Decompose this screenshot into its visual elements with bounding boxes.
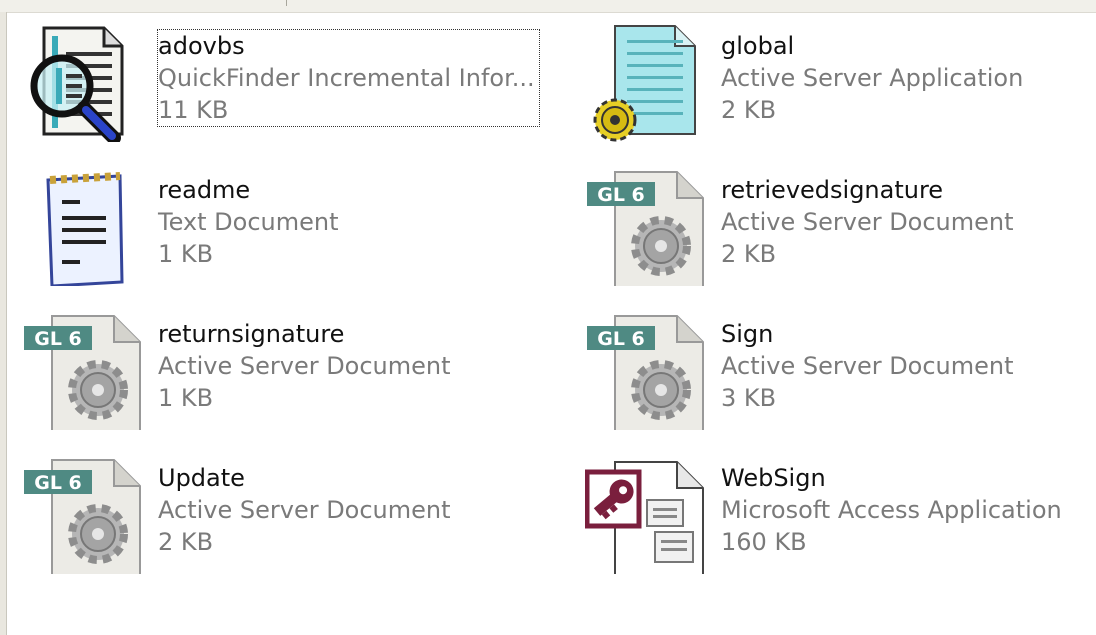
file-type: Active Server Document [721, 352, 1014, 380]
file-type: Microsoft Access Application [721, 496, 1062, 524]
asp-badge: GL 6 [34, 328, 82, 350]
file-label[interactable]: returnsignature Active Server Document 1… [158, 318, 451, 414]
file-label[interactable]: global Active Server Application 2 KB [721, 30, 1023, 126]
column-header-strip [0, 0, 1096, 13]
window-left-border [0, 12, 7, 635]
asp-icon[interactable]: GL 6 [585, 310, 705, 430]
file-size: 1 KB [158, 240, 214, 268]
file-label[interactable]: Update Active Server Document 2 KB [158, 462, 451, 558]
file-name: retrievedsignature [721, 176, 944, 204]
file-size: 2 KB [721, 96, 777, 124]
file-item-global[interactable]: global Active Server Application 2 KB [585, 22, 1096, 148]
file-item-retrievedsignature[interactable]: GL 6 retrievedsignature Active Server Do… [585, 166, 1096, 292]
file-label[interactable]: retrievedsignature Active Server Documen… [721, 174, 1014, 270]
file-type: Active Server Document [158, 496, 451, 524]
file-grid: adovbs QuickFinder Incremental Infor... … [22, 22, 1092, 622]
file-size: 11 KB [158, 96, 229, 124]
file-type: Active Server Application [721, 64, 1024, 92]
asp-icon[interactable]: GL 6 [22, 454, 142, 574]
file-label[interactable]: readme Text Document 1 KB [158, 174, 339, 270]
file-item-sign[interactable]: GL 6 Sign Active Server Document 3 KB [585, 310, 1096, 436]
file-size: 3 KB [721, 384, 777, 412]
file-item-readme[interactable]: readme Text Document 1 KB [22, 166, 542, 292]
file-item-adovbs[interactable]: adovbs QuickFinder Incremental Infor... … [22, 22, 542, 148]
file-name: Update [158, 464, 245, 492]
file-type: Active Server Document [158, 352, 451, 380]
asa-icon[interactable] [585, 22, 705, 142]
asp-badge: GL 6 [597, 328, 645, 350]
file-name: adovbs [158, 32, 245, 60]
quickfinder-icon[interactable] [22, 22, 142, 142]
file-type: Text Document [158, 208, 339, 236]
file-label[interactable]: Sign Active Server Document 3 KB [721, 318, 1014, 414]
file-name: returnsignature [158, 320, 345, 348]
file-label[interactable]: adovbs QuickFinder Incremental Infor... … [157, 29, 540, 127]
file-item-returnsignature[interactable]: GL 6 returnsignature Active Server Docum… [22, 310, 542, 436]
file-item-update[interactable]: GL 6 Update Active Server Document 2 KB [22, 454, 542, 580]
file-name: readme [158, 176, 251, 204]
file-name: Sign [721, 320, 774, 348]
explorer-window: adovbs QuickFinder Incremental Infor... … [0, 0, 1096, 635]
asp-icon[interactable]: GL 6 [22, 310, 142, 430]
file-type: QuickFinder Incremental Infor... [158, 64, 535, 92]
file-size: 1 KB [158, 384, 214, 412]
file-size: 2 KB [721, 240, 777, 268]
file-label[interactable]: WebSign Microsoft Access Application 160… [721, 462, 1062, 558]
file-size: 160 KB [721, 528, 807, 556]
file-size: 2 KB [158, 528, 214, 556]
asp-icon[interactable]: GL 6 [585, 166, 705, 286]
access-icon[interactable] [585, 454, 705, 574]
text-document-icon[interactable] [22, 166, 142, 286]
file-item-websign[interactable]: WebSign Microsoft Access Application 160… [585, 454, 1096, 580]
asp-badge: GL 6 [34, 472, 82, 494]
file-type: Active Server Document [721, 208, 1014, 236]
asp-badge: GL 6 [597, 184, 645, 206]
column-divider[interactable] [286, 0, 287, 6]
file-name: WebSign [721, 464, 826, 492]
file-name: global [721, 32, 795, 60]
